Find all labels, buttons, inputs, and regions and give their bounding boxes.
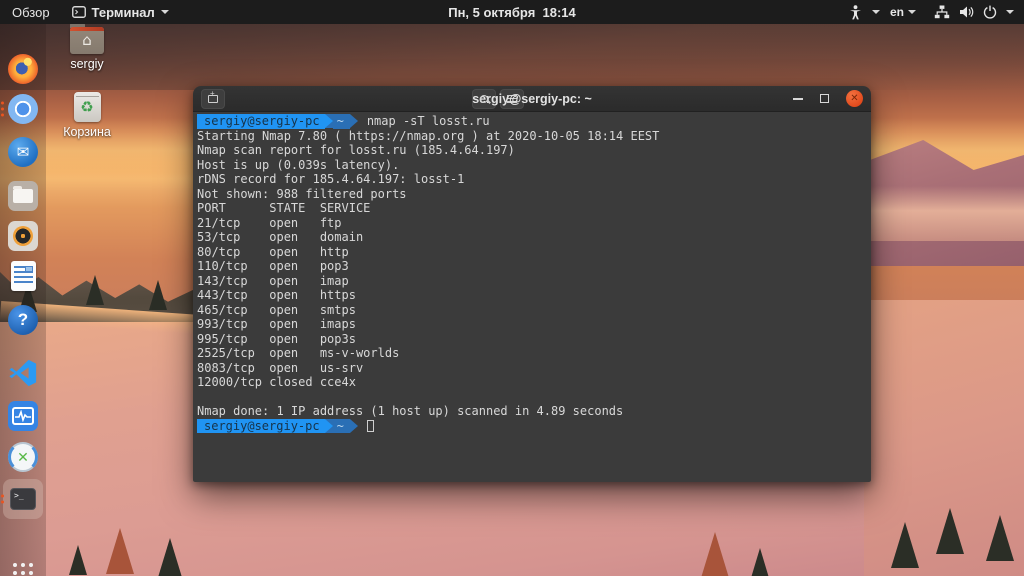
app-grid-icon [13, 563, 33, 576]
desktop-icon-trash[interactable]: ♻ Корзина [55, 92, 119, 139]
clock[interactable]: Пн, 5 октября 18:14 [448, 5, 576, 20]
prompt-user-host: sergiy@sergiy-pc [197, 114, 325, 129]
desktop-icon-home-folder[interactable]: ⌂ sergiy [55, 23, 119, 71]
dock: ✉ ? ✕ >_ [0, 24, 46, 576]
system-monitor-icon [8, 401, 38, 431]
system-status-area[interactable]: en [849, 0, 1024, 24]
prompt-path: ~ [332, 114, 350, 129]
help-icon: ? [8, 305, 38, 335]
dock-item-vscode[interactable] [7, 357, 39, 389]
terminal-output-line: 21/tcp open ftp [197, 215, 342, 230]
terminal-output-line: Host is up (0.039s latency). [197, 157, 400, 172]
running-indicator-dots [1, 494, 4, 504]
terminal-output-line: 80/tcp open http [197, 244, 349, 259]
dock-item-thunderbird[interactable]: ✉ [7, 136, 39, 168]
terminal-output-line: 143/tcp open imap [197, 273, 349, 288]
vscode-icon [8, 358, 38, 388]
desktop-icon-label: sergiy [70, 57, 104, 71]
active-app-highlight: >_ [3, 479, 43, 519]
dock-item-terminal[interactable]: >_ [1, 479, 43, 519]
keyboard-layout-indicator[interactable]: en [890, 5, 916, 19]
language-code: en [889, 5, 904, 19]
close-button[interactable]: ✕ [846, 90, 863, 107]
terminal-mini-icon [71, 6, 86, 18]
dock-item-help[interactable]: ? [7, 304, 39, 336]
prompt-user-host: sergiy@sergiy-pc [197, 418, 325, 433]
search-icon [480, 94, 488, 103]
running-indicator-dots [1, 101, 4, 117]
terminal-titlebar[interactable]: sergiy@sergiy-pc: ~ ✕ [193, 86, 871, 112]
terminal-output-line: 110/tcp open pop3 [197, 259, 349, 273]
volume-icon[interactable] [959, 5, 974, 19]
app-menu-button[interactable]: Терминал [62, 0, 179, 24]
thunderbird-icon: ✉ [8, 137, 38, 167]
dock-item-libreoffice-writer[interactable] [7, 260, 39, 292]
chevron-down-icon [871, 10, 880, 14]
terminal-output-line: 53/tcp open domain [197, 230, 364, 244]
command-text: nmap -sT losst.ru [366, 114, 490, 128]
accessibility-icon[interactable] [849, 4, 862, 20]
home-folder-icon: ⌂ [70, 23, 104, 54]
terminal-output-line: Starting Nmap 7.80 ( https://nmap.org ) … [197, 128, 660, 143]
terminal-output-line: 2525/tcp open ms-v-worlds [197, 346, 400, 360]
firefox-icon [8, 54, 38, 84]
rhythmbox-icon [8, 221, 38, 251]
power-icon[interactable] [983, 5, 997, 19]
new-tab-button[interactable] [201, 88, 225, 109]
terminal-window: sergiy@sergiy-pc: ~ ✕ sergiy@sergiy-pc ~… [193, 86, 871, 482]
dock-item-show-applications[interactable] [7, 557, 39, 576]
desktop-icon-label: Корзина [63, 125, 111, 139]
recycle-glyph: ♻ [80, 97, 94, 116]
app-menu-label: Терминал [91, 4, 155, 20]
dock-item-chromium[interactable] [1, 93, 39, 125]
terminal-output-line: 8083/tcp open us-srv [197, 360, 364, 375]
network-icon[interactable] [934, 5, 950, 19]
terminal-output-line: 12000/tcp closed cce4x [197, 375, 356, 389]
dock-item-haguichi[interactable]: ✕ [7, 441, 39, 473]
chevron-down-icon [1006, 10, 1014, 14]
terminal-output-line: Not shown: 988 filtered ports [197, 186, 407, 201]
prompt-line: sergiy@sergiy-pc ~ [197, 418, 867, 433]
chromium-icon [8, 94, 38, 124]
terminal-output-line: rDNS record for 185.4.64.197: losst-1 [197, 172, 465, 186]
terminal-icon: >_ [10, 488, 36, 510]
terminal-cursor [366, 419, 374, 432]
maximize-button[interactable] [820, 94, 829, 103]
terminal-output-line: 465/tcp open smtps [197, 302, 356, 317]
haguichi-icon: ✕ [8, 442, 38, 472]
home-glyph: ⌂ [82, 31, 92, 49]
new-tab-icon [208, 89, 218, 103]
minimize-button[interactable] [793, 97, 803, 100]
dock-item-rhythmbox[interactable] [7, 220, 39, 252]
activities-button[interactable]: Обзор [0, 0, 62, 24]
chevron-down-icon [160, 10, 169, 14]
powerline-arrow [349, 114, 358, 128]
terminal-output-line: PORT STATE SERVICE [197, 201, 371, 215]
chevron-down-icon [908, 10, 916, 14]
prompt-path: ~ [332, 418, 350, 433]
files-icon [8, 181, 38, 211]
terminal-output-line: Nmap done: 1 IP address (1 host up) scan… [197, 404, 624, 418]
powerline-arrow [324, 418, 333, 433]
terminal-output-line: 993/tcp open imaps [197, 317, 356, 331]
terminal-output-line: Nmap scan report for losst.ru (185.4.64.… [197, 143, 515, 157]
prompt-line: sergiy@sergiy-pc ~ nmap -sT losst.ru [197, 114, 867, 129]
powerline-arrow [324, 114, 333, 128]
dock-item-files[interactable] [7, 180, 39, 212]
terminal-body[interactable]: sergiy@sergiy-pc ~ nmap -sT losst.ru Sta… [193, 112, 871, 482]
terminal-output-line: 443/tcp open https [197, 288, 356, 302]
libreoffice-writer-icon [10, 261, 36, 291]
dock-item-system-monitor[interactable] [7, 400, 39, 432]
powerline-arrow [349, 418, 358, 433]
trash-icon: ♻ [73, 92, 101, 122]
terminal-output-line: 995/tcp open pop3s [197, 331, 356, 346]
dock-item-firefox[interactable] [7, 53, 39, 85]
top-bar: Обзор Терминал Пн, 5 октября 18:14 en [0, 0, 1024, 24]
